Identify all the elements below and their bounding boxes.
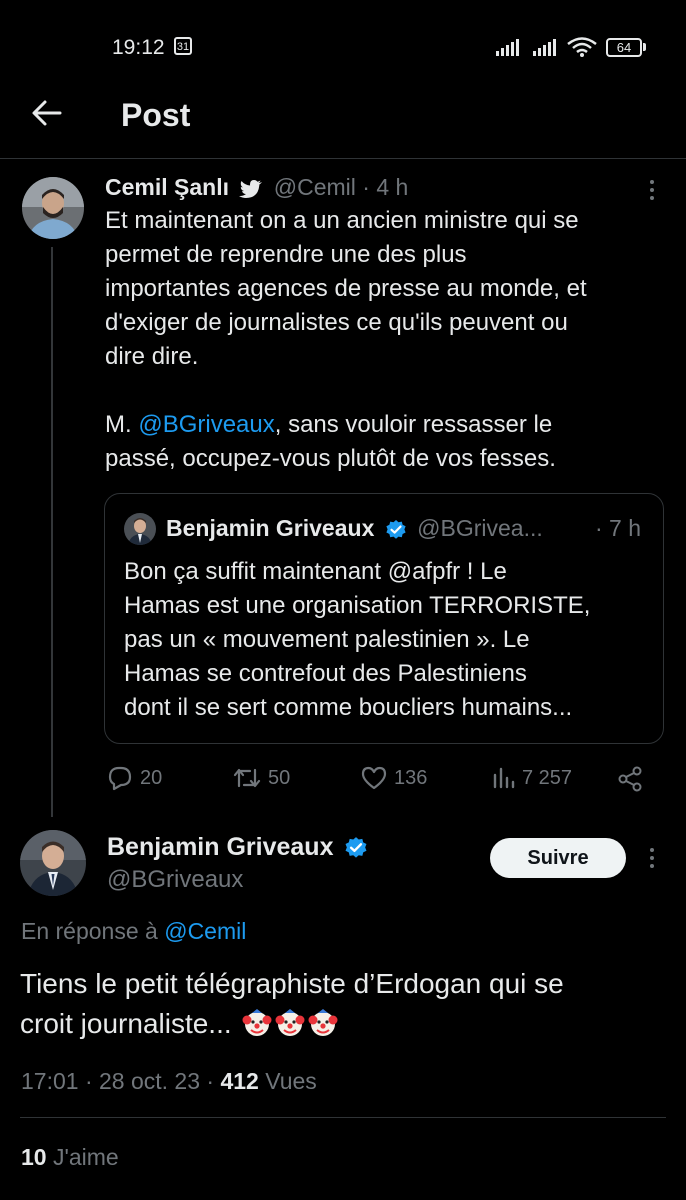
views-number: 412 bbox=[220, 1068, 259, 1094]
views-label: Vues bbox=[258, 1068, 317, 1094]
likes-summary[interactable]: 10 J'aime bbox=[21, 1144, 119, 1171]
page-title: Post bbox=[121, 97, 191, 133]
avatar-griveaux[interactable] bbox=[20, 830, 86, 896]
thread-line bbox=[51, 247, 53, 817]
meta-divider bbox=[20, 1117, 666, 1118]
heart-icon bbox=[361, 766, 387, 790]
quote-line: Hamas se contrefout des Palestiniens bbox=[124, 660, 527, 687]
twitter-bird-icon bbox=[239, 179, 263, 198]
reply-count: 20 bbox=[140, 766, 163, 789]
tweet-timestamp[interactable]: 17:01 · 28 oct. 23 · bbox=[21, 1068, 220, 1094]
repost-button[interactable]: 50 bbox=[232, 765, 290, 791]
more-options-icon[interactable] bbox=[650, 848, 656, 872]
main-tweet-text: Tiens le petit télégraphiste d’Erdogan q… bbox=[20, 964, 670, 1044]
tweet-line: d'exiger de journalistes ce qu'ils peuve… bbox=[105, 309, 568, 336]
likes-label: J'aime bbox=[46, 1144, 119, 1170]
share-icon[interactable] bbox=[617, 766, 643, 792]
reply-prefix: En réponse à bbox=[21, 918, 165, 944]
clown-emoji bbox=[275, 1009, 305, 1036]
tweet-line: dire dire. bbox=[105, 343, 199, 370]
like-count: 136 bbox=[394, 766, 428, 789]
views-count: 7 257 bbox=[522, 766, 573, 789]
main-author-name[interactable]: Benjamin Griveaux bbox=[107, 833, 333, 861]
repost-icon bbox=[233, 768, 261, 788]
tweet-age: · 4 h bbox=[362, 174, 409, 200]
signal-icon bbox=[496, 38, 521, 56]
status-time: 19:12 bbox=[112, 36, 165, 59]
quote-author-name: Benjamin Griveaux bbox=[166, 515, 375, 541]
reply-to-link[interactable]: @Cemil bbox=[164, 918, 246, 944]
tweet-line: Et maintenant on a un ancien ministre qu… bbox=[105, 207, 579, 234]
back-arrow-icon[interactable] bbox=[30, 96, 64, 130]
verified-badge-icon bbox=[345, 837, 367, 858]
main-tweet-line: Tiens le petit télégraphiste d’Erdogan q… bbox=[20, 968, 564, 999]
likes-number: 10 bbox=[21, 1144, 47, 1170]
text-prefix: M. bbox=[105, 411, 139, 438]
quote-author-handle: @BGrivea... bbox=[417, 515, 543, 541]
tweet-meta: 17:01 · 28 oct. 23 · 412 Vues bbox=[21, 1068, 317, 1095]
main-tweet-line-text: croit journaliste... bbox=[20, 1008, 232, 1039]
parent-tweet-header: Cemil Şanlı @Cemil · 4 h bbox=[105, 174, 408, 201]
mention-link[interactable]: @BGriveaux bbox=[138, 411, 274, 438]
author-handle[interactable]: @Cemil bbox=[274, 174, 356, 200]
reply-context: En réponse à @Cemil bbox=[21, 918, 246, 945]
clown-emoji bbox=[242, 1009, 272, 1036]
parent-tweet-text: Et maintenant on a un ancien ministre qu… bbox=[105, 204, 665, 476]
reply-icon bbox=[108, 766, 132, 791]
main-tweet-line2: croit journaliste... bbox=[20, 1004, 670, 1044]
verified-badge-icon bbox=[386, 519, 406, 539]
tweet-line: importantes agences de presse au monde, … bbox=[105, 275, 587, 302]
tweet-line: M. @BGriveaux, sans vouloir ressasser le bbox=[105, 408, 665, 442]
signal-icon-2 bbox=[533, 38, 558, 56]
main-author-row: Benjamin Griveaux bbox=[107, 833, 368, 862]
avatar-cemil[interactable] bbox=[22, 177, 84, 239]
views-chart-icon bbox=[493, 767, 515, 789]
quote-line: pas un « mouvement palestinien ». Le bbox=[124, 626, 530, 653]
clown-emoji bbox=[308, 1009, 338, 1036]
battery-icon: 64 bbox=[606, 38, 642, 57]
text-suffix: , sans vouloir ressasser le bbox=[274, 411, 553, 438]
repost-count: 50 bbox=[268, 766, 291, 789]
tweet-line: permet de reprendre une des plus bbox=[105, 241, 467, 268]
quote-age: · 7 h bbox=[595, 515, 642, 541]
quote-text: Bon ça suffit maintenant @afpfr ! Le Ham… bbox=[124, 555, 654, 725]
battery-tip bbox=[643, 43, 646, 51]
more-options-icon[interactable] bbox=[650, 180, 656, 204]
avatar-griveaux-small[interactable] bbox=[124, 513, 156, 545]
quote-line: Hamas est une organisation TERRORISTE, bbox=[124, 592, 591, 619]
reply-button[interactable]: 20 bbox=[106, 765, 162, 791]
tweet-line: passé, occupez-vous plutôt de vos fesses… bbox=[105, 445, 556, 472]
quote-header: Benjamin Griveaux @BGrivea... bbox=[166, 515, 543, 542]
main-author-handle[interactable]: @BGriveaux bbox=[107, 866, 243, 894]
like-button[interactable]: 136 bbox=[360, 765, 427, 791]
follow-button[interactable]: Suivre bbox=[490, 838, 626, 878]
quote-line: dont il se sert comme boucliers humains.… bbox=[124, 694, 573, 721]
quote-line: Bon ça suffit maintenant @afpfr ! Le bbox=[124, 558, 507, 585]
author-name[interactable]: Cemil Şanlı bbox=[105, 174, 229, 200]
wifi-icon bbox=[567, 37, 597, 57]
header-divider bbox=[0, 158, 686, 159]
views-button[interactable]: 7 257 bbox=[490, 765, 572, 791]
calendar-icon: 31 bbox=[174, 37, 192, 55]
